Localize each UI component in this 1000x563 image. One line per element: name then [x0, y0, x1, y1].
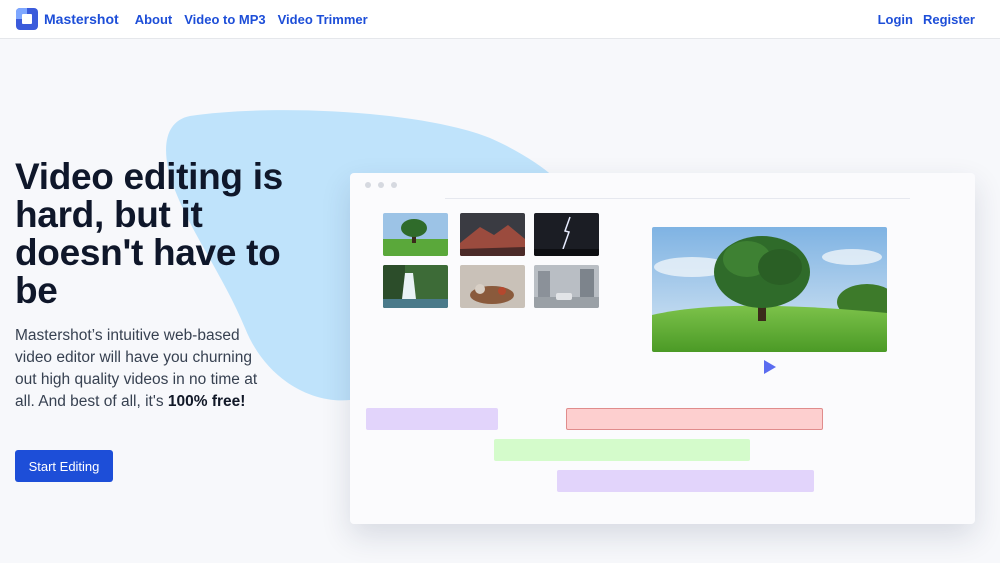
thumbnail-mountain-sunset[interactable] [460, 213, 525, 256]
play-icon[interactable] [764, 360, 776, 374]
brand-name: Mastershot [44, 11, 119, 27]
nav-link-video-trimmer[interactable]: Video Trimmer [278, 12, 368, 27]
hero-headline: Video editing is hard, but it doesn't ha… [15, 156, 283, 311]
window-controls [365, 182, 397, 188]
timeline-clip-purple-2[interactable] [557, 470, 814, 492]
window-dot-icon [378, 182, 384, 188]
editor-window [350, 173, 975, 524]
thumbnail-tree-meadow[interactable] [383, 213, 448, 256]
nav-link-video-to-mp3[interactable]: Video to MP3 [184, 12, 265, 27]
window-dot-icon [391, 182, 397, 188]
register-link[interactable]: Register [923, 12, 975, 27]
window-dot-icon [365, 182, 371, 188]
auth-links: Login Register [878, 12, 984, 27]
start-editing-button[interactable]: Start Editing [15, 450, 113, 482]
logo-icon [16, 8, 38, 30]
divider [445, 198, 910, 199]
timeline-clip-green[interactable] [494, 439, 750, 461]
thumbnail-waterfall[interactable] [383, 265, 448, 308]
timeline-clip-purple-1[interactable] [366, 408, 498, 430]
brand-logo[interactable]: Mastershot [16, 8, 119, 30]
login-link[interactable]: Login [878, 12, 913, 27]
hero-subtext-bold: 100% free! [167, 393, 246, 410]
top-nav: Mastershot About Video to MP3 Video Trim… [0, 0, 1000, 39]
thumbnail-rainy-city[interactable] [534, 265, 599, 308]
nav-link-about[interactable]: About [135, 12, 173, 27]
thumbnail-coffee-table[interactable] [460, 265, 525, 308]
thumbnail-lightning-storm[interactable] [534, 213, 599, 256]
video-preview[interactable] [652, 227, 887, 352]
timeline-clip-red[interactable] [566, 408, 823, 430]
hero-subtext: Mastershot’s intuitive web-based video e… [15, 325, 260, 413]
